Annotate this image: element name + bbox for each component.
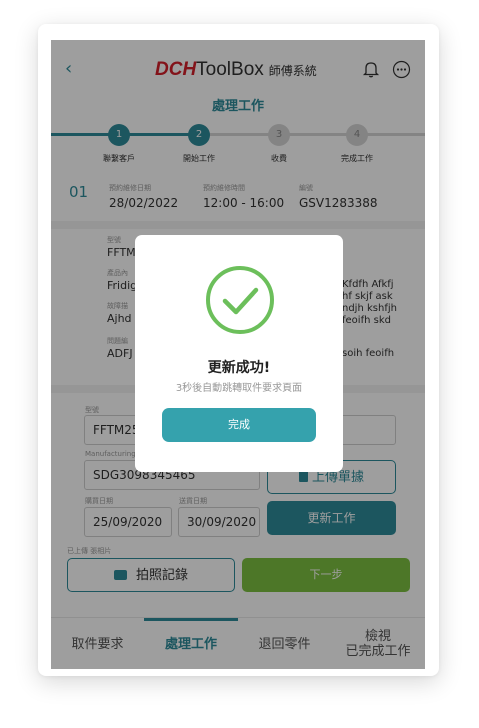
- dialog-title: 更新成功!: [207, 360, 271, 376]
- app-screen: ‹ DCHToolBox 師傅系統 處理工作 1 2 3 4 聯繫客戶 開始工作 …: [51, 40, 425, 669]
- dialog-message: 3秒後自動跳轉取件要求頁面: [175, 383, 303, 394]
- check-circle-icon: [206, 266, 274, 334]
- success-dialog: 更新成功! 3秒後自動跳轉取件要求頁面 完成: [135, 235, 343, 472]
- done-button[interactable]: 完成: [162, 408, 316, 442]
